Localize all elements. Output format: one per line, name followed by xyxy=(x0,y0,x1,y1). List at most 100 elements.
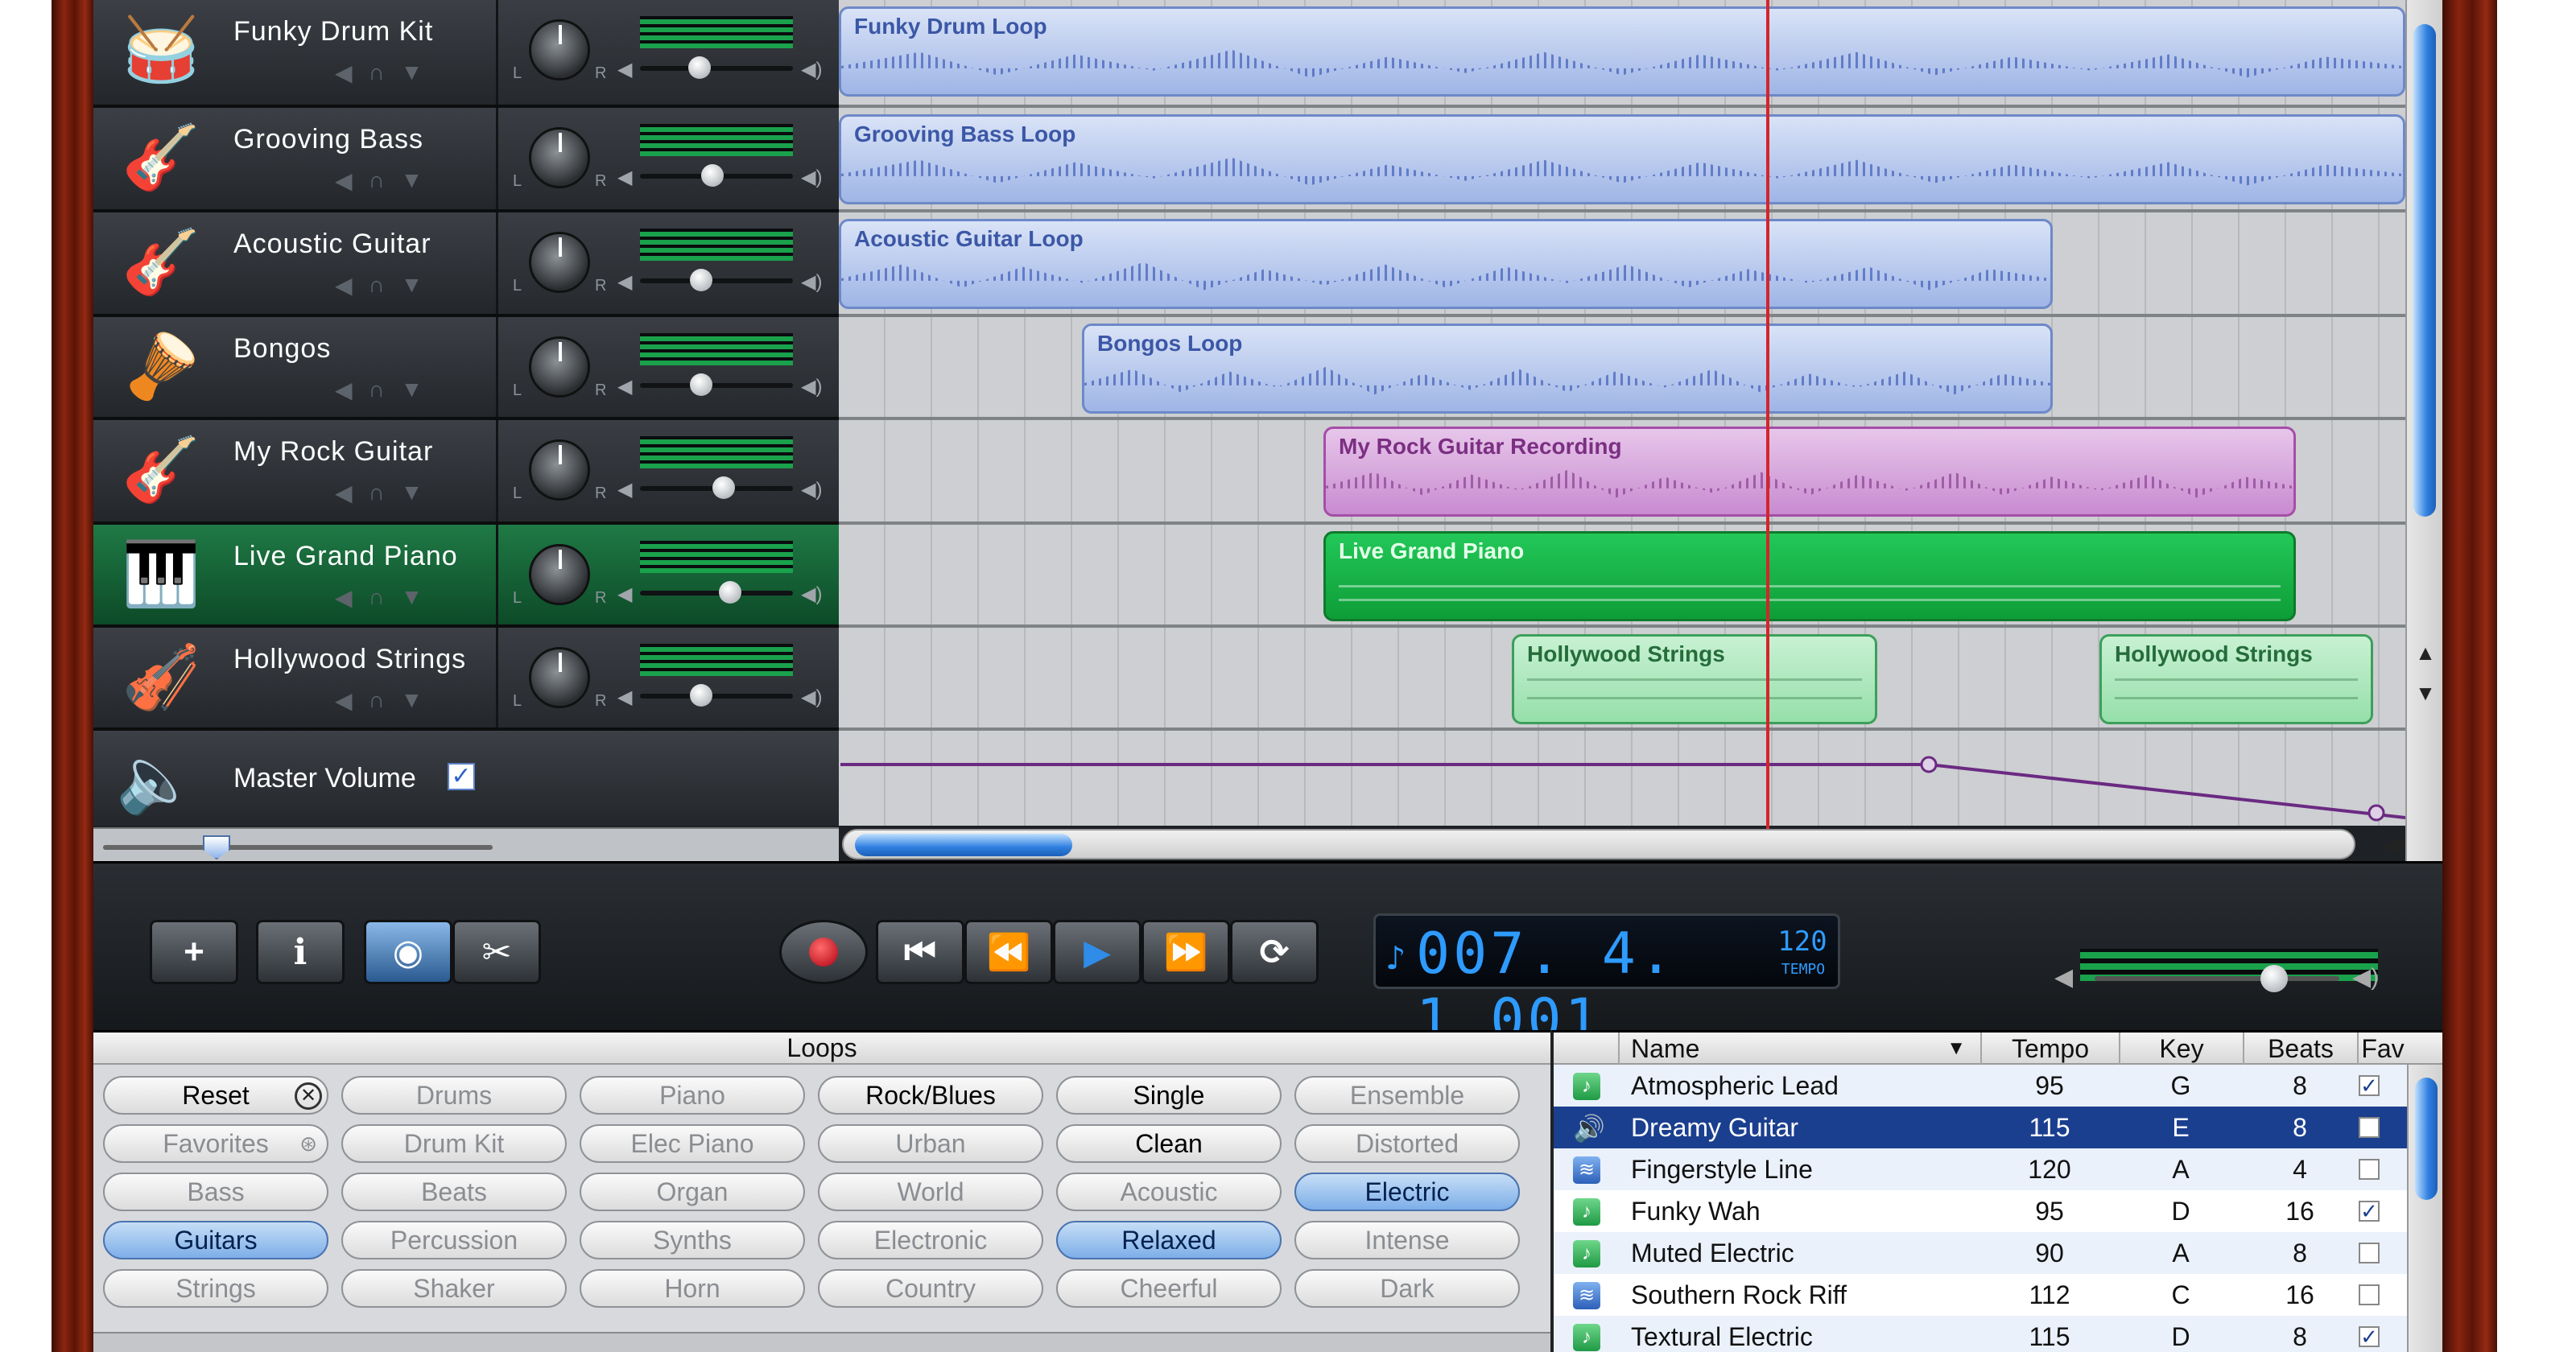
column-kind[interactable] xyxy=(1554,1033,1618,1065)
track-header[interactable]: 🎸 My Rock Guitar ◀ ∩ ▼ L R ◀ ◀) xyxy=(93,420,839,525)
volume-slider-thumb[interactable] xyxy=(690,269,712,291)
keyword-button[interactable]: Distorted xyxy=(1294,1124,1520,1163)
automation-point[interactable] xyxy=(2368,804,2385,822)
mute-icon[interactable]: ◀ xyxy=(335,480,353,506)
info-button[interactable]: i xyxy=(256,920,345,984)
loop-browser-button[interactable]: ◉ xyxy=(364,920,452,984)
results-scrollbar[interactable] xyxy=(2407,1065,2442,1352)
volume-slider[interactable] xyxy=(640,581,793,604)
volume-slider-thumb[interactable] xyxy=(690,373,712,396)
mute-icon[interactable]: ◀ xyxy=(335,687,353,714)
favorite-checkbox[interactable] xyxy=(2359,1284,2380,1305)
master-volume-thumb[interactable] xyxy=(2260,965,2288,992)
mute-icon[interactable]: ◀ xyxy=(335,584,353,611)
track-lane[interactable]: Bongos Loop xyxy=(839,317,2405,420)
volume-slider[interactable] xyxy=(640,476,793,499)
keyword-button-selected[interactable]: Guitars xyxy=(103,1221,328,1259)
keyword-button[interactable]: Dark xyxy=(1294,1269,1520,1308)
loop-region[interactable]: Acoustic Guitar Loop xyxy=(839,219,2053,309)
track-header[interactable]: 🪘 Bongos ◀ ∩ ▼ L R ◀ ◀) xyxy=(93,317,839,420)
keyword-button[interactable]: Acoustic xyxy=(1056,1173,1282,1211)
expand-icon[interactable]: ▼ xyxy=(401,377,423,403)
loop-region[interactable]: Grooving Bass Loop xyxy=(839,114,2405,204)
scroll-down-arrow-icon[interactable]: ▼ xyxy=(2413,681,2438,706)
keyword-button[interactable]: Drum Kit xyxy=(341,1124,567,1163)
master-track-header[interactable]: 🔈 Master Volume ✓ xyxy=(93,731,839,826)
keyword-button[interactable]: Rock/Blues xyxy=(818,1076,1043,1115)
volume-slider[interactable] xyxy=(640,56,793,79)
pan-knob[interactable] xyxy=(529,647,590,708)
master-volume-slider[interactable] xyxy=(2095,965,2339,992)
loop-region[interactable]: Funky Drum Loop xyxy=(839,6,2405,97)
favorite-checkbox[interactable] xyxy=(2359,1243,2380,1263)
horizontal-scroll-thumb[interactable] xyxy=(855,834,1072,856)
playhead[interactable] xyxy=(1766,0,1769,831)
midi-region[interactable]: Hollywood Strings xyxy=(2099,634,2373,724)
keyword-button[interactable]: Shaker xyxy=(341,1269,567,1308)
vertical-scroll-thumb[interactable] xyxy=(2413,24,2436,517)
mute-icon[interactable]: ◀ xyxy=(335,272,353,299)
pan-knob[interactable] xyxy=(529,439,590,501)
track-header[interactable]: 🎸 Acoustic Guitar ◀ ∩ ▼ L R ◀ ◀) xyxy=(93,212,839,317)
keyword-button[interactable]: Organ xyxy=(580,1173,805,1211)
volume-slider-thumb[interactable] xyxy=(688,56,711,79)
solo-headphones-icon[interactable]: ∩ xyxy=(369,272,385,299)
play-button[interactable]: ▶ xyxy=(1053,920,1141,984)
keyword-button[interactable]: Electronic xyxy=(818,1221,1043,1259)
loop-row[interactable]: ♪ Atmospheric Lead 95 G 8 ✓ xyxy=(1554,1065,2407,1107)
track-header[interactable]: 🥁 Funky Drum Kit ◀ ∩ ▼ L R ◀ ◀) xyxy=(93,0,839,108)
favorite-checkbox[interactable] xyxy=(2359,1117,2380,1138)
master-volume-lane[interactable] xyxy=(839,731,2405,826)
master-volume-checkbox[interactable]: ✓ xyxy=(448,763,475,790)
expand-icon[interactable]: ▼ xyxy=(401,480,423,506)
keyword-button[interactable]: Elec Piano xyxy=(580,1124,805,1163)
rewind-button[interactable]: ⏪ xyxy=(964,920,1053,984)
pan-knob[interactable] xyxy=(529,232,590,293)
keyword-button[interactable]: Horn xyxy=(580,1269,805,1308)
keyword-button-selected[interactable]: Electric xyxy=(1294,1173,1520,1211)
loop-row[interactable]: ≋ Southern Rock Riff 112 C 16 xyxy=(1554,1274,2407,1316)
pan-knob[interactable] xyxy=(529,127,590,188)
record-button[interactable] xyxy=(779,920,868,984)
keyword-button[interactable]: Cheerful xyxy=(1056,1269,1282,1308)
solo-headphones-icon[interactable]: ∩ xyxy=(369,687,385,714)
go-to-start-button[interactable]: ⏮ xyxy=(876,920,964,984)
keyword-button[interactable]: World xyxy=(818,1173,1043,1211)
recording-region[interactable]: My Rock Guitar Recording xyxy=(1323,427,2296,517)
column-tempo[interactable]: Tempo xyxy=(1980,1033,2119,1065)
track-lane[interactable]: Funky Drum Loop xyxy=(839,0,2405,108)
scroll-left-arrow-icon[interactable]: ◀▶ xyxy=(2381,832,2413,857)
lcd-display[interactable]: ♪ 007. 4. 1.001 120 TEMPO xyxy=(1373,913,1840,1053)
volume-slider[interactable] xyxy=(640,373,793,396)
pan-knob[interactable] xyxy=(529,544,590,605)
mute-icon[interactable]: ◀ xyxy=(335,377,353,403)
results-scroll-thumb[interactable] xyxy=(2415,1078,2438,1200)
loop-row[interactable]: ♪ Funky Wah 95 D 16 ✓ xyxy=(1554,1190,2407,1232)
track-header[interactable]: 🎸 Grooving Bass ◀ ∩ ▼ L R ◀ ◀) xyxy=(93,108,839,212)
volume-slider[interactable] xyxy=(640,684,793,707)
track-header-selected[interactable]: 🎹 Live Grand Piano ◀ ∩ ▼ L R ◀ ◀) xyxy=(93,525,839,628)
solo-headphones-icon[interactable]: ∩ xyxy=(369,60,385,86)
loop-row[interactable]: ♪ Textural Electric 115 D 8 ✓ xyxy=(1554,1316,2407,1352)
track-lane[interactable]: My Rock Guitar Recording xyxy=(839,420,2405,525)
volume-slider[interactable] xyxy=(640,269,793,291)
solo-headphones-icon[interactable]: ∩ xyxy=(369,584,385,611)
keyword-button[interactable]: Single xyxy=(1056,1076,1282,1115)
volume-slider[interactable] xyxy=(640,164,793,187)
keyword-button-selected[interactable]: Relaxed xyxy=(1056,1221,1282,1259)
zoom-slider[interactable] xyxy=(103,845,493,850)
loop-row[interactable]: ≋ Fingerstyle Line 120 A 4 xyxy=(1554,1148,2407,1190)
mute-icon[interactable]: ◀ xyxy=(335,167,353,194)
favorite-checkbox[interactable] xyxy=(2359,1159,2380,1180)
solo-headphones-icon[interactable]: ∩ xyxy=(369,167,385,194)
keyword-button[interactable]: Percussion xyxy=(341,1221,567,1259)
zoom-slider-thumb[interactable] xyxy=(203,835,230,859)
track-lane[interactable]: Hollywood Strings Hollywood Strings xyxy=(839,628,2405,731)
keyword-button[interactable]: Urban xyxy=(818,1124,1043,1163)
favorite-checkbox[interactable]: ✓ xyxy=(2359,1201,2380,1222)
vertical-scrollbar[interactable]: ▲ ▼ xyxy=(2405,0,2442,861)
track-lane[interactable]: Live Grand Piano xyxy=(839,525,2405,628)
solo-headphones-icon[interactable]: ∩ xyxy=(369,377,385,403)
volume-slider-thumb[interactable] xyxy=(712,476,735,499)
scroll-up-arrow-icon[interactable]: ▲ xyxy=(2413,641,2438,666)
